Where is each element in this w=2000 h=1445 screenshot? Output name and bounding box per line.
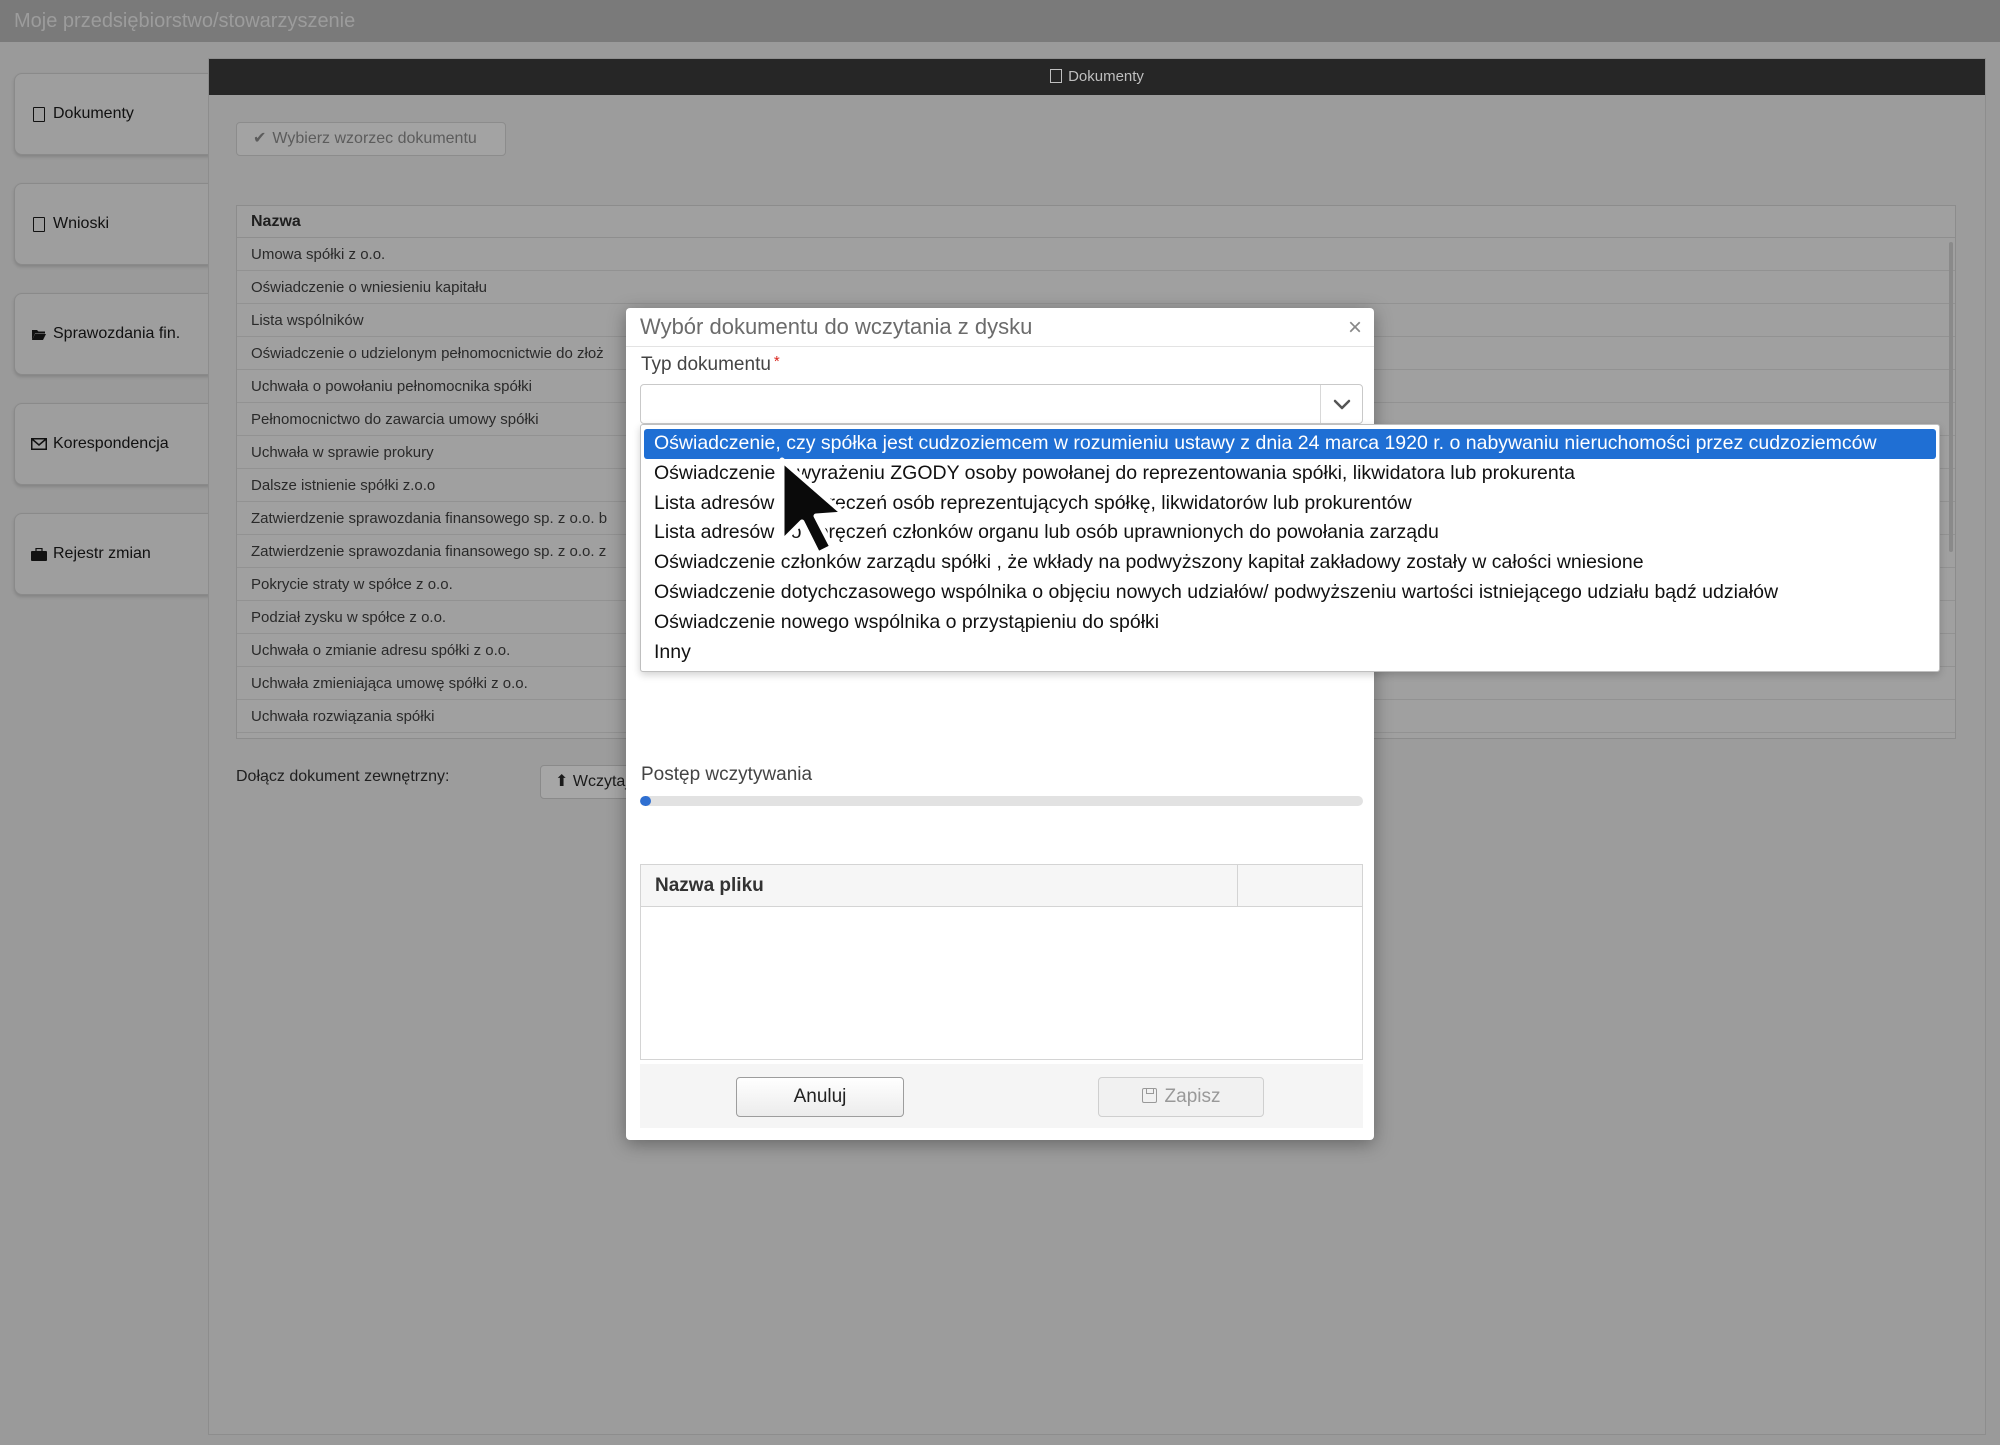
table-row[interactable]: Umowa spółki z o.o.	[237, 238, 1955, 271]
table-row[interactable]: Oświadczenie o wniesieniu kapitału	[237, 271, 1955, 304]
save-button[interactable]: Zapisz	[1098, 1077, 1264, 1117]
sidebar-item-korespondencja[interactable]: Korespondencja	[14, 403, 210, 485]
sidebar-item-label: Wnioski	[53, 215, 110, 232]
dialog-footer: Anuluj Zapisz	[640, 1064, 1363, 1128]
divider	[626, 346, 1374, 347]
file-table: Nazwa pliku	[640, 864, 1363, 1060]
app-title-bar: Moje przedsiębiorstwo/stowarzyszenie	[0, 0, 2000, 42]
sidebar-item-label: Dokumenty	[53, 105, 134, 122]
floppy-disk-icon	[1141, 1088, 1157, 1103]
required-mark: *	[773, 353, 780, 370]
panel-header: Dokumenty	[209, 59, 1985, 95]
sidebar-item-label: Korespondencja	[53, 435, 169, 452]
document-icon	[31, 106, 47, 122]
check-icon: ✔	[253, 130, 267, 147]
file-table-header: Nazwa pliku	[641, 865, 1362, 907]
document-icon	[31, 216, 47, 232]
table-header-nazwa: Nazwa	[237, 206, 1955, 238]
document-icon	[1050, 69, 1063, 83]
upload-icon: ⬆	[555, 773, 569, 790]
sidebar-item-label: Rejestr zmian	[53, 545, 151, 562]
cancel-button[interactable]: Anuluj	[736, 1077, 904, 1117]
document-type-label: Typ dokumentu *	[641, 353, 780, 375]
mouse-cursor-icon	[779, 457, 847, 556]
folder-open-icon	[31, 326, 47, 342]
chevron-down-icon[interactable]	[1320, 385, 1362, 423]
upload-progress-bar	[640, 796, 1363, 806]
envelope-icon	[31, 436, 47, 452]
sidebar-item-rejestr-zmian[interactable]: Rejestr zmian	[14, 513, 210, 595]
dropdown-option[interactable]: Oświadczenie, czy spółka jest cudzoziemc…	[644, 429, 1936, 459]
app-title: Moje przedsiębiorstwo/stowarzyszenie	[14, 10, 356, 32]
sidebar-item-wnioski[interactable]: Wnioski	[14, 183, 210, 265]
attach-label: Dołącz dokument zewnętrzny:	[236, 768, 450, 785]
progress-label: Postęp wczytywania	[641, 764, 813, 785]
upload-button[interactable]: ⬆ Wczytaj	[540, 765, 630, 799]
panel-title: Dokumenty	[1068, 68, 1144, 85]
dropdown-option[interactable]: Oświadczenie dotychczasowego wspólnika o…	[644, 578, 1936, 608]
table-scrollbar[interactable]	[1949, 242, 1953, 552]
progress-fill	[640, 796, 651, 806]
document-type-select[interactable]	[640, 384, 1363, 424]
sidebar-item-sprawozdania[interactable]: Sprawozdania fin.	[14, 293, 210, 375]
actions-column-header	[1238, 865, 1362, 906]
briefcase-icon	[31, 546, 47, 562]
dialog-title: Wybór dokumentu do wczytania z dysku	[640, 314, 1033, 339]
close-icon[interactable]: ×	[1348, 314, 1362, 342]
dropdown-option[interactable]: Inny	[644, 638, 1936, 668]
dropdown-option[interactable]: Oświadczenie nowego wspólnika o przystąp…	[644, 608, 1936, 638]
file-name-column-header: Nazwa pliku	[641, 865, 1238, 906]
sidebar-item-label: Sprawozdania fin.	[53, 325, 181, 342]
sidebar-item-dokumenty[interactable]: Dokumenty	[14, 73, 210, 155]
choose-template-button[interactable]: ✔ Wybierz wzorzec dokumentu	[236, 122, 506, 156]
